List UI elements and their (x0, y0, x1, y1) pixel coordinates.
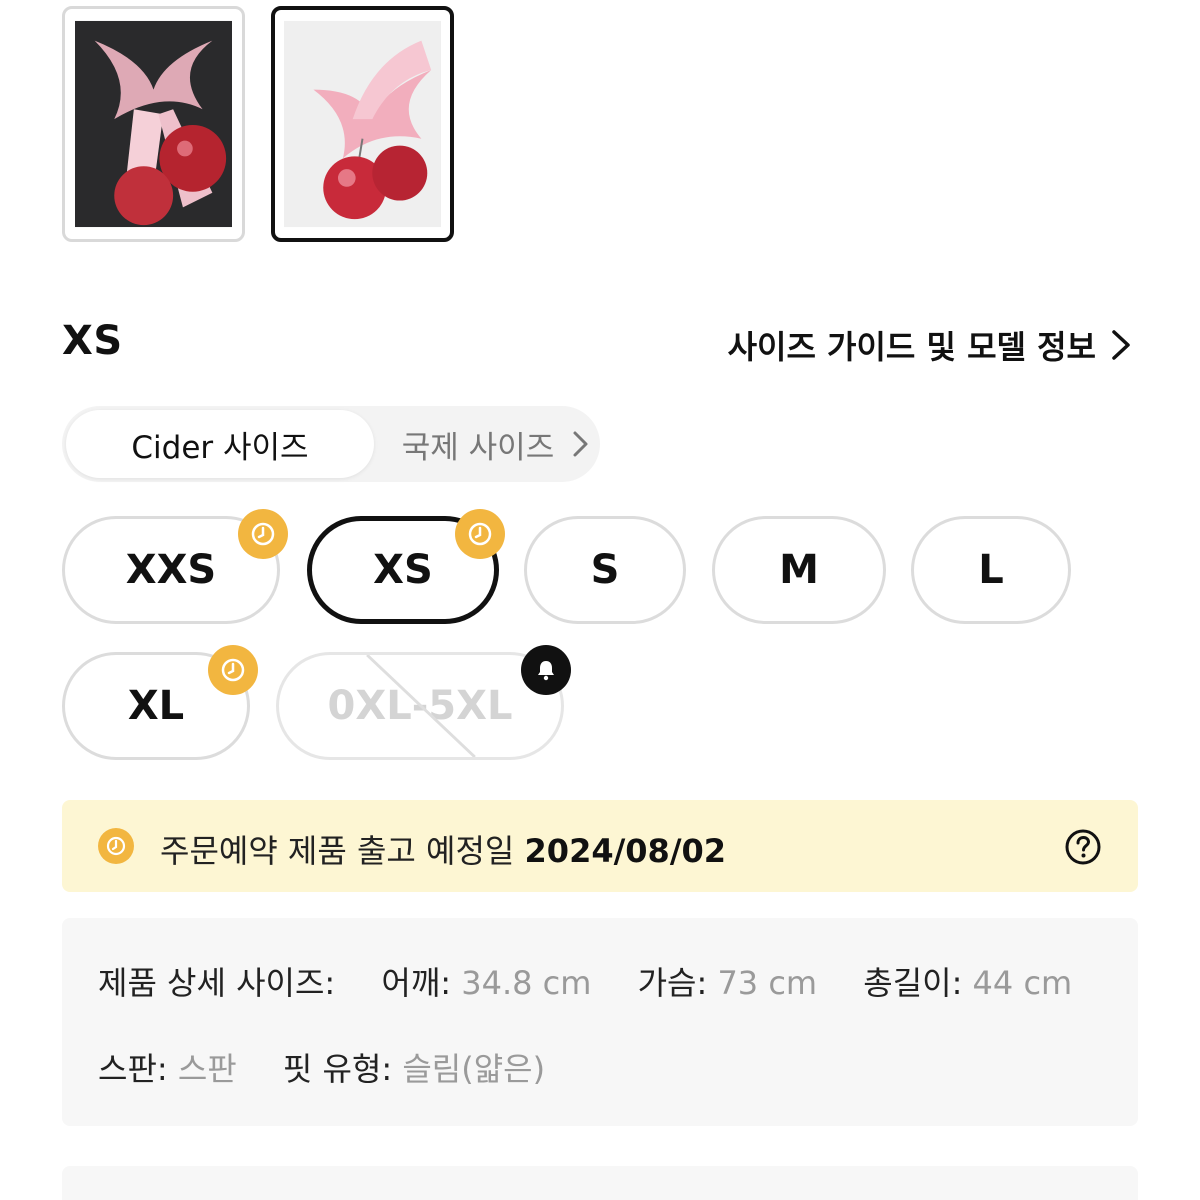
chest-label: 가슴: (637, 964, 708, 1002)
cider-size-tab[interactable]: Cider 사이즈 (66, 410, 374, 478)
size-option-m[interactable]: M (712, 516, 886, 624)
preorder-text: 주문예약 제품 출고 예정일 2024/08/02 (160, 826, 726, 872)
clock-icon (208, 645, 258, 695)
size-label: XS (373, 547, 433, 593)
length-label: 총길이: (863, 964, 963, 1002)
clock-icon (455, 509, 505, 559)
size-label: XXS (125, 547, 217, 593)
size-system-toggle: 국제 사이즈 Cider 사이즈 (62, 406, 600, 482)
size-label: 0XL-5XL (327, 683, 513, 729)
selected-size-heading: XS (62, 318, 123, 364)
stretch-label: 스판: (98, 1050, 168, 1088)
help-icon[interactable] (1064, 828, 1102, 866)
size-option-l[interactable]: L (911, 516, 1071, 624)
international-size-label: 국제 사이즈 (401, 429, 555, 466)
stretch-value: 스판 (167, 1050, 237, 1088)
cider-size-label: Cider 사이즈 (131, 429, 309, 466)
chest-value: 73 cm (707, 964, 818, 1002)
preorder-label: 주문예약 제품 출고 예정일 (160, 832, 525, 870)
size-guide-label: 사이즈 가이드 및 모델 정보 (727, 328, 1096, 366)
next-section-panel (62, 1166, 1138, 1200)
clock-icon (238, 509, 288, 559)
clock-icon (98, 828, 134, 864)
thumbnail-black-image (75, 20, 232, 228)
product-thumbnail-black[interactable] (62, 6, 245, 242)
size-option-s[interactable]: S (524, 516, 686, 624)
size-label: S (590, 547, 620, 593)
detail-heading: 제품 상세 사이즈: (98, 964, 336, 1002)
size-label: L (978, 547, 1004, 593)
international-size-tab[interactable]: 국제 사이즈 (352, 410, 600, 478)
fit-label: 핏 유형: (282, 1050, 393, 1088)
size-label: XL (127, 683, 185, 729)
size-guide-link[interactable]: 사이즈 가이드 및 모델 정보 (728, 322, 1132, 368)
thumbnail-white-image (284, 20, 441, 228)
size-label: M (779, 547, 819, 593)
chevron-right-icon (573, 431, 588, 457)
length-value: 44 cm (962, 964, 1073, 1002)
shoulder-label: 어깨: (381, 964, 452, 1002)
product-thumbnail-white[interactable] (271, 6, 454, 242)
product-detail-sizes: 제품 상세 사이즈: 어깨: 34.8 cm 가슴: 73 cm 총길이: 44… (62, 918, 1138, 1126)
preorder-date: 2024/08/02 (524, 832, 727, 870)
shoulder-value: 34.8 cm (451, 964, 592, 1002)
bell-icon[interactable] (521, 645, 571, 695)
detail-row-measurements: 제품 상세 사이즈: 어깨: 34.8 cm 가슴: 73 cm 총길이: 44… (98, 958, 1072, 1004)
preorder-banner: 주문예약 제품 출고 예정일 2024/08/02 (62, 800, 1138, 892)
chevron-right-icon (1112, 330, 1130, 360)
detail-row-fit: 스판: 스판 핏 유형: 슬림(얇은) (98, 1044, 545, 1090)
fit-value: 슬림(얇은) (392, 1050, 546, 1088)
